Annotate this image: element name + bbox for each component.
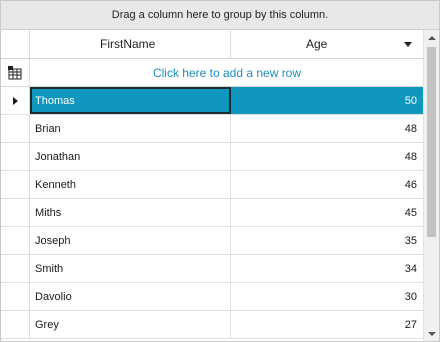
- row-indicator-cell: [1, 171, 30, 198]
- cell-age[interactable]: 35: [231, 227, 424, 254]
- column-header-firstname[interactable]: FirstName: [30, 30, 231, 58]
- grid-rows: Thomas 50 Brian 48 Jonathan 48 Kenneth 4…: [1, 87, 424, 339]
- row-indicator-cell: [1, 255, 30, 282]
- data-grid: Drag a column here to group by this colu…: [0, 0, 440, 342]
- cell-age[interactable]: 46: [231, 171, 424, 198]
- add-new-row-text[interactable]: Click here to add a new row: [30, 59, 424, 86]
- scroll-up-button[interactable]: [424, 30, 439, 46]
- table-row[interactable]: Kenneth 46: [1, 171, 424, 199]
- row-indicator-cell: [1, 143, 30, 170]
- vertical-scrollbar[interactable]: [423, 30, 439, 341]
- column-header-age[interactable]: Age: [231, 30, 424, 58]
- new-row-indent-cell: [1, 59, 30, 86]
- cell-firstname[interactable]: Jonathan: [30, 143, 231, 170]
- cell-age[interactable]: 34: [231, 255, 424, 282]
- cell-age[interactable]: 30: [231, 283, 424, 310]
- table-row[interactable]: Miths 45: [1, 199, 424, 227]
- row-indicator-cell: [1, 311, 30, 338]
- group-by-panel[interactable]: Drag a column here to group by this colu…: [1, 1, 439, 30]
- table-row[interactable]: Thomas 50: [1, 87, 424, 115]
- current-row-indicator-icon: [12, 96, 18, 105]
- row-indicator-cell: [1, 115, 30, 142]
- cell-age[interactable]: 27: [231, 311, 424, 338]
- scroll-down-button[interactable]: [424, 326, 439, 341]
- cell-age[interactable]: 50: [231, 87, 424, 114]
- cell-age[interactable]: 45: [231, 199, 424, 226]
- cell-age[interactable]: 48: [231, 115, 424, 142]
- cell-firstname[interactable]: Joseph: [30, 227, 231, 254]
- cell-firstname[interactable]: Brian: [30, 115, 231, 142]
- cell-age[interactable]: 48: [231, 143, 424, 170]
- scrollbar-thumb[interactable]: [427, 47, 436, 237]
- cell-firstname[interactable]: Grey: [30, 311, 231, 338]
- sort-descending-icon: [404, 42, 412, 47]
- add-new-row[interactable]: Click here to add a new row: [1, 59, 424, 87]
- add-row-icon: [8, 65, 22, 79]
- table-row[interactable]: Brian 48: [1, 115, 424, 143]
- row-indicator-cell: [1, 199, 30, 226]
- column-header-firstname-label: FirstName: [100, 37, 156, 51]
- cell-firstname[interactable]: Davolio: [30, 283, 231, 310]
- group-by-panel-text: Drag a column here to group by this colu…: [111, 9, 329, 21]
- row-indicator-cell: [1, 87, 30, 114]
- header-indent-cell: [1, 30, 30, 58]
- table-row[interactable]: Joseph 35: [1, 227, 424, 255]
- cell-firstname[interactable]: Kenneth: [30, 171, 231, 198]
- row-indicator-cell: [1, 227, 30, 254]
- scroll-down-icon: [427, 332, 436, 336]
- column-header-row: FirstName Age: [1, 30, 424, 59]
- cell-firstname[interactable]: Thomas: [30, 87, 231, 114]
- row-indicator-cell: [1, 283, 30, 310]
- scroll-up-icon: [427, 36, 436, 40]
- cell-firstname[interactable]: Smith: [30, 255, 231, 282]
- table-row[interactable]: Davolio 30: [1, 283, 424, 311]
- column-header-age-label: Age: [306, 37, 328, 51]
- cell-firstname[interactable]: Miths: [30, 199, 231, 226]
- table-row[interactable]: Grey 27: [1, 311, 424, 339]
- table-row[interactable]: Jonathan 48: [1, 143, 424, 171]
- table-row[interactable]: Smith 34: [1, 255, 424, 283]
